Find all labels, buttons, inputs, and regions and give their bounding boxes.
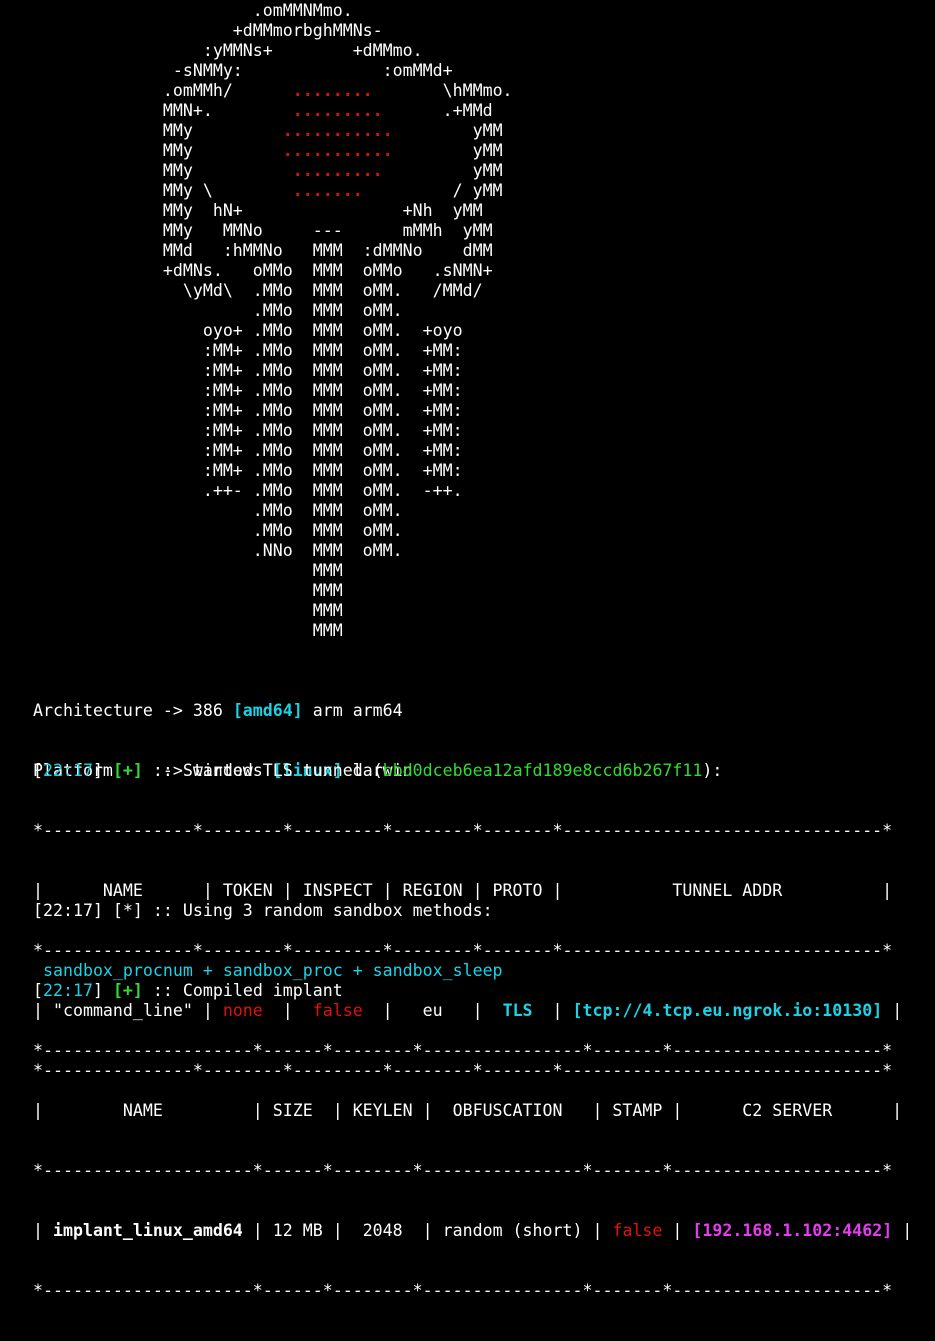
ascii-art-line: MMN+. ......... .+MMd	[33, 101, 513, 121]
compiled-block: [22:17] [+] :: Compiled implant *-------…	[33, 941, 912, 1341]
bracket-open: [	[33, 981, 43, 1000]
ascii-art-line: MMM	[33, 621, 343, 640]
ascii-art-red-dots: .........	[292, 161, 383, 180]
ascii-art-segment: yMM	[392, 141, 503, 160]
ascii-art-line: +dMMmorbghMMNs-	[33, 21, 383, 40]
ascii-art-line: \yMd\ .MMo MMM oMM. /MMd/	[33, 281, 483, 300]
tunnel-table-border-top: *---------------*--------*---------*----…	[33, 821, 893, 840]
ascii-art-logo: .omMMNMmo. +dMMmorbghMMNs- :yMMNs+ +dMMm…	[33, 1, 513, 641]
ascii-art-line: .MMo MMM oMM.	[33, 521, 403, 540]
implant-table-border-mid: *---------------------*------*--------*-…	[33, 1161, 893, 1180]
ascii-art-segment: / yMM	[362, 181, 503, 200]
ascii-art-segment: MMN+.	[33, 101, 293, 120]
timestamp: 22:17	[43, 761, 93, 780]
sandbox-message: [22:17] [*] :: Using 3 random sandbox me…	[33, 901, 493, 920]
ascii-art-line: MMM	[33, 581, 343, 600]
ascii-art-line: .MMo MMM oMM.	[33, 301, 403, 320]
bracket-close: ]	[92, 981, 113, 1000]
ascii-art-line: :MM+ .MMo MMM oMM. +MM:	[33, 461, 463, 480]
implant-table-border-top: *---------------------*------*--------*-…	[33, 1041, 893, 1060]
implant-table-row: | implant_linux_amd64 | 12 MB | 2048 | r…	[33, 1221, 912, 1241]
ascii-art-line: MMy ........... yMM	[33, 121, 513, 141]
terminal-window[interactable]: .omMMNMmo. +dMMmorbghMMNs- :yMMNs+ +dMMm…	[0, 0, 935, 1300]
ascii-art-segment: MMy \	[33, 181, 293, 200]
cell-sep: |	[33, 1221, 53, 1240]
ascii-art-line: MMy ......... yMM	[33, 161, 513, 181]
ascii-art-segment: .omMMh/	[33, 81, 293, 100]
compiled-message-text: :: Compiled implant	[142, 981, 343, 1000]
ascii-art-line: MMy hN+ +Nh yMM	[33, 201, 483, 220]
architecture-selected: [amd64]	[232, 701, 303, 720]
compiled-message: [22:17] [+] :: Compiled implant	[33, 981, 912, 1001]
ascii-art-segment: MMy	[33, 141, 283, 160]
tunnel-message-text: :: Started TLS tunnel (	[142, 761, 383, 780]
ascii-art-line: :MM+ .MMo MMM oMM. +MM:	[33, 381, 463, 400]
ascii-art-line: :MM+ .MMo MMM oMM. +MM:	[33, 441, 463, 460]
ascii-art-red-dots: ...........	[282, 141, 393, 160]
bracket-open: [	[33, 761, 43, 780]
ascii-art-line: MMM	[33, 601, 343, 620]
ascii-art-line: +dMNs. oMMo MMM oMMo .sNMN+	[33, 261, 493, 280]
ascii-art-segment: \hMMmo.	[372, 81, 513, 100]
timestamp: 22:17	[43, 981, 93, 1000]
cell-stamp: false	[612, 1221, 663, 1240]
implant-table-header: | NAME | SIZE | KEYLEN | OBFUSCATION | S…	[33, 1101, 903, 1120]
ascii-art-line: :MM+ .MMo MMM oMM. +MM:	[33, 421, 463, 440]
ascii-art-red-dots: ...........	[282, 121, 393, 140]
success-tag: [+]	[112, 981, 143, 1000]
cell-sep: |	[892, 1221, 913, 1240]
ascii-art-red-dots: .......	[292, 181, 363, 200]
implant-table-border-bottom: *---------------------*------*--------*-…	[33, 1281, 893, 1300]
ascii-art-line: :MM+ .MMo MMM oMM. +MM:	[33, 341, 463, 360]
architecture-line: Architecture -> 386 [amd64] arm arm64	[33, 701, 413, 721]
ascii-art-line: :MM+ .MMo MMM oMM. +MM:	[33, 401, 463, 420]
ascii-art-line: .omMMNMmo.	[33, 1, 353, 20]
ascii-art-segment: MMy	[33, 161, 293, 180]
ascii-art-line: MMy MMNo --- mMMh yMM	[33, 221, 493, 240]
cell-sep: |	[662, 1221, 693, 1240]
ascii-art-segment: .+MMd	[382, 101, 493, 120]
architecture-label: Architecture -> 386	[33, 701, 233, 720]
ascii-art-line: .NNo MMM oMM.	[33, 541, 403, 560]
ascii-art-line: MMy \ ....... / yMM	[33, 181, 513, 201]
tunnel-message-end: ):	[702, 761, 723, 780]
cell-implant-name[interactable]: implant_linux_amd64	[53, 1221, 243, 1240]
ascii-art-segment: yMM	[392, 121, 503, 140]
ascii-art-line: .++- .MMo MMM oMM. -++.	[33, 481, 463, 500]
cell-size-keylen-obf: | 12 MB | 2048 | random (short) |	[242, 1221, 613, 1240]
ascii-art-line: .MMo MMM oMM.	[33, 501, 403, 520]
ascii-art-segment: MMy	[33, 121, 283, 140]
ascii-art-line: MMM	[33, 561, 343, 580]
tunnel-message: [22:17] [+] :: Started TLS tunnel (bbd0d…	[33, 761, 902, 781]
ascii-art-line: oyo+ .MMo MMM oMM. +oyo	[33, 321, 463, 340]
success-tag: [+]	[112, 761, 143, 780]
ascii-art-line: MMd :hMMNo MMM :dMMNo dMM	[33, 241, 493, 260]
ascii-art-line: -sNMMy: :omMMd+	[33, 61, 453, 80]
cell-c2-server[interactable]: [192.168.1.102:4462]	[692, 1221, 892, 1240]
ascii-art-line: :MM+ .MMo MMM oMM. +MM:	[33, 361, 463, 380]
ascii-art-line: .omMMh/ ........ \hMMmo.	[33, 81, 513, 101]
ascii-art-red-dots: ........	[292, 81, 373, 100]
ascii-art-red-dots: .........	[292, 101, 383, 120]
architecture-options: arm arm64	[302, 701, 403, 720]
bracket-close: ]	[92, 761, 113, 780]
tunnel-id: bbd0dceb6ea12afd189e8ccd6b267f11	[382, 761, 703, 780]
ascii-art-line: :yMMNs+ +dMMmo.	[33, 41, 423, 60]
ascii-art-line: MMy ........... yMM	[33, 141, 513, 161]
ascii-art-segment: yMM	[382, 161, 503, 180]
